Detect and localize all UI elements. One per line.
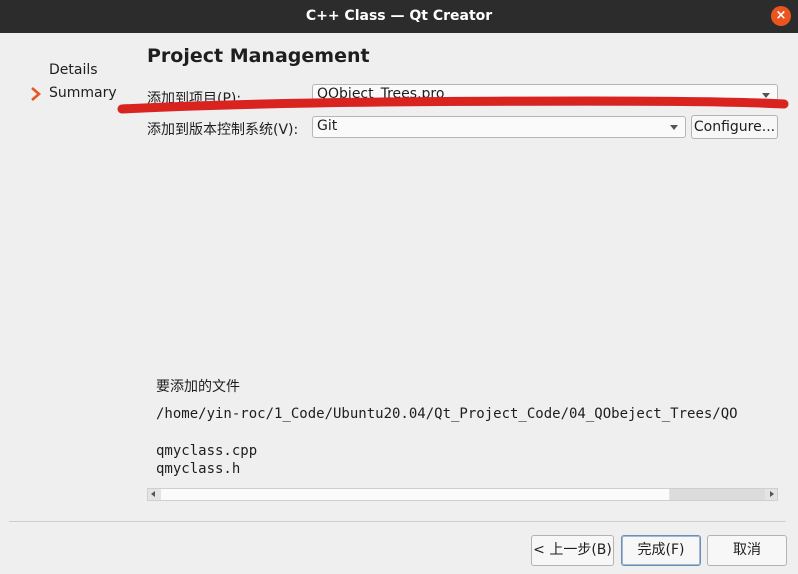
add-to-vcs-label: 添加到版本控制系统(V): bbox=[147, 122, 299, 138]
current-step-arrow-icon bbox=[31, 87, 41, 101]
file-item: qmyclass.cpp bbox=[156, 443, 258, 459]
files-to-add-title: 要添加的文件 bbox=[156, 379, 240, 395]
window-title: C++ Class — Qt Creator bbox=[305, 8, 493, 24]
scrollbar-track[interactable] bbox=[161, 489, 669, 500]
page-title: Project Management bbox=[147, 45, 370, 67]
vcs-combobox-value: Git bbox=[317, 118, 338, 134]
files-path: /home/yin-roc/1_Code/Ubuntu20.04/Qt_Proj… bbox=[156, 406, 738, 422]
file-item: qmyclass.h bbox=[156, 461, 241, 477]
horizontal-scrollbar[interactable] bbox=[147, 488, 778, 501]
step-summary: Summary bbox=[49, 85, 117, 101]
step-details: Details bbox=[49, 62, 98, 78]
wizard-window: C++ Class — Qt Creator × Details Summary… bbox=[0, 0, 798, 574]
chevron-down-icon bbox=[670, 125, 678, 130]
footer-divider bbox=[9, 521, 786, 522]
close-icon[interactable]: × bbox=[771, 6, 791, 26]
scrollbar-thumb[interactable] bbox=[670, 489, 765, 500]
finish-button[interactable]: 完成(F) bbox=[621, 535, 701, 566]
back-button[interactable]: < 上一步(B) bbox=[531, 535, 614, 566]
title-bar: C++ Class — Qt Creator × bbox=[0, 0, 798, 33]
scroll-left-icon[interactable] bbox=[151, 491, 155, 497]
red-annotation-stroke bbox=[117, 96, 789, 114]
cancel-button[interactable]: 取消 bbox=[707, 535, 787, 566]
scroll-right-icon[interactable] bbox=[770, 491, 774, 497]
